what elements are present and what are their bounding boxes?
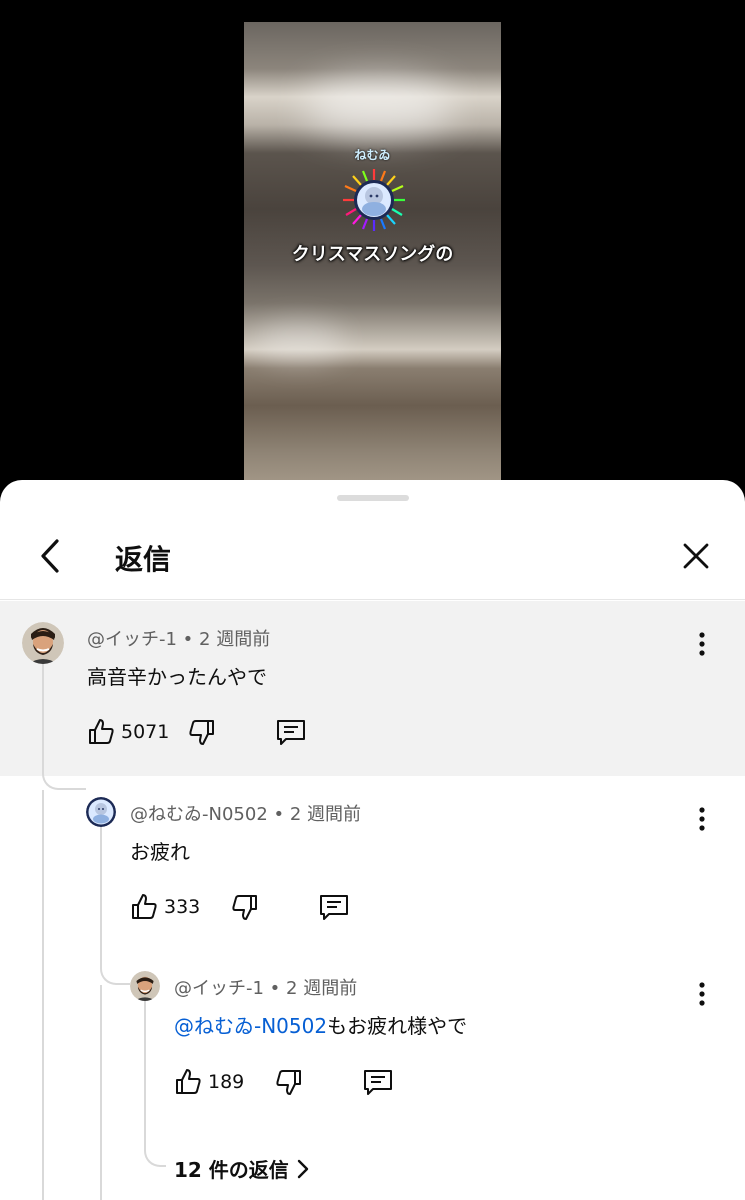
thumbs-up-icon: [176, 1069, 201, 1094]
more-options-button[interactable]: [690, 976, 714, 1012]
avatar[interactable]: [130, 971, 160, 1001]
thumbs-down-icon: [232, 895, 257, 920]
thumbs-up-icon: [132, 894, 157, 919]
comment-actions: 189: [173, 1064, 413, 1100]
dislike-button[interactable]: [273, 1064, 305, 1100]
meta-separator: •: [267, 804, 290, 825]
more-replies-button[interactable]: 12 件の返信: [174, 1154, 309, 1183]
like-count: 333: [164, 896, 201, 918]
reply-button[interactable]: [361, 1064, 395, 1100]
comment-body: もお疲れ様やで: [327, 1014, 468, 1038]
comment-meta: @イッチ-1 • 2 週間前: [87, 625, 270, 651]
meta-separator: •: [176, 629, 200, 650]
thumbs-up-icon: [89, 719, 114, 744]
reply-button[interactable]: [274, 714, 308, 750]
avatar[interactable]: [22, 622, 64, 664]
thread-line: [144, 995, 166, 1167]
more-vert-icon: [699, 982, 705, 1006]
thread-line: [42, 648, 86, 790]
comment-author[interactable]: @ねむゐ-N0502: [130, 804, 268, 825]
comment-text: @ねむゐ-N0502もお疲れ様やで: [174, 1010, 467, 1039]
like-button[interactable]: 5071: [86, 714, 169, 750]
close-icon: [683, 543, 709, 569]
video-area: ねむゐ クリスマスソングの: [0, 0, 745, 490]
comment-age: 2 週間前: [289, 804, 362, 825]
comment-actions: 333: [129, 889, 369, 925]
like-button[interactable]: 189: [173, 1064, 244, 1100]
panel-title: 返信: [115, 543, 172, 576]
thread-line: [100, 825, 130, 985]
comment-meta: @イッチ-1 • 2 週間前: [174, 974, 357, 1000]
dislike-button[interactable]: [229, 889, 261, 925]
more-options-button[interactable]: [690, 626, 714, 662]
dislike-button[interactable]: [186, 714, 218, 750]
comment-text: 高音辛かったんやで: [87, 665, 267, 689]
thread-line: [100, 985, 102, 1200]
like-count: 5071: [121, 721, 170, 743]
avatar[interactable]: [86, 797, 116, 827]
chevron-right-icon: [297, 1159, 308, 1178]
mention-link[interactable]: @ねむゐ-N0502: [174, 1014, 327, 1038]
channel-logo-icon: [343, 169, 405, 231]
back-button[interactable]: [30, 534, 70, 578]
thread-line: [42, 790, 44, 1200]
comment-author[interactable]: @イッチ-1: [87, 629, 177, 650]
comment-text: お疲れ: [130, 840, 190, 864]
reply-button[interactable]: [317, 889, 351, 925]
panel-header: 返信: [0, 520, 745, 600]
thumbs-down-icon: [189, 720, 214, 745]
chevron-left-icon: [41, 539, 59, 573]
more-replies-label: 12 件の返信: [174, 1158, 289, 1182]
like-button[interactable]: 333: [129, 889, 200, 925]
more-vert-icon: [699, 807, 705, 831]
thumbs-down-icon: [276, 1070, 301, 1095]
comment-meta: @ねむゐ-N0502 • 2 週間前: [130, 800, 361, 826]
comment-author[interactable]: @イッチ-1: [174, 978, 264, 999]
comment-actions: 5071: [86, 714, 326, 750]
video-background-glow: [254, 322, 344, 362]
like-count: 189: [208, 1071, 245, 1093]
more-vert-icon: [699, 632, 705, 656]
comment-icon: [364, 1070, 392, 1095]
video-player[interactable]: ねむゐ クリスマスソングの: [244, 22, 501, 490]
comment-age: 2 週間前: [199, 629, 271, 650]
drag-handle[interactable]: [337, 495, 409, 501]
comment-icon: [320, 895, 348, 920]
comment-icon: [277, 720, 305, 745]
meta-separator: •: [263, 978, 287, 999]
more-options-button[interactable]: [690, 801, 714, 837]
video-background: [304, 77, 454, 137]
video-caption: クリスマスソングの: [291, 244, 454, 265]
replies-panel: 返信 @イッチ-1 • 2 週間前 高音辛かったんやで 5071 @ねむゐ-N0…: [0, 480, 745, 1200]
comment-age: 2 週間前: [286, 978, 358, 999]
video-channel-name: ねむゐ: [354, 148, 391, 162]
close-button[interactable]: [674, 534, 718, 578]
